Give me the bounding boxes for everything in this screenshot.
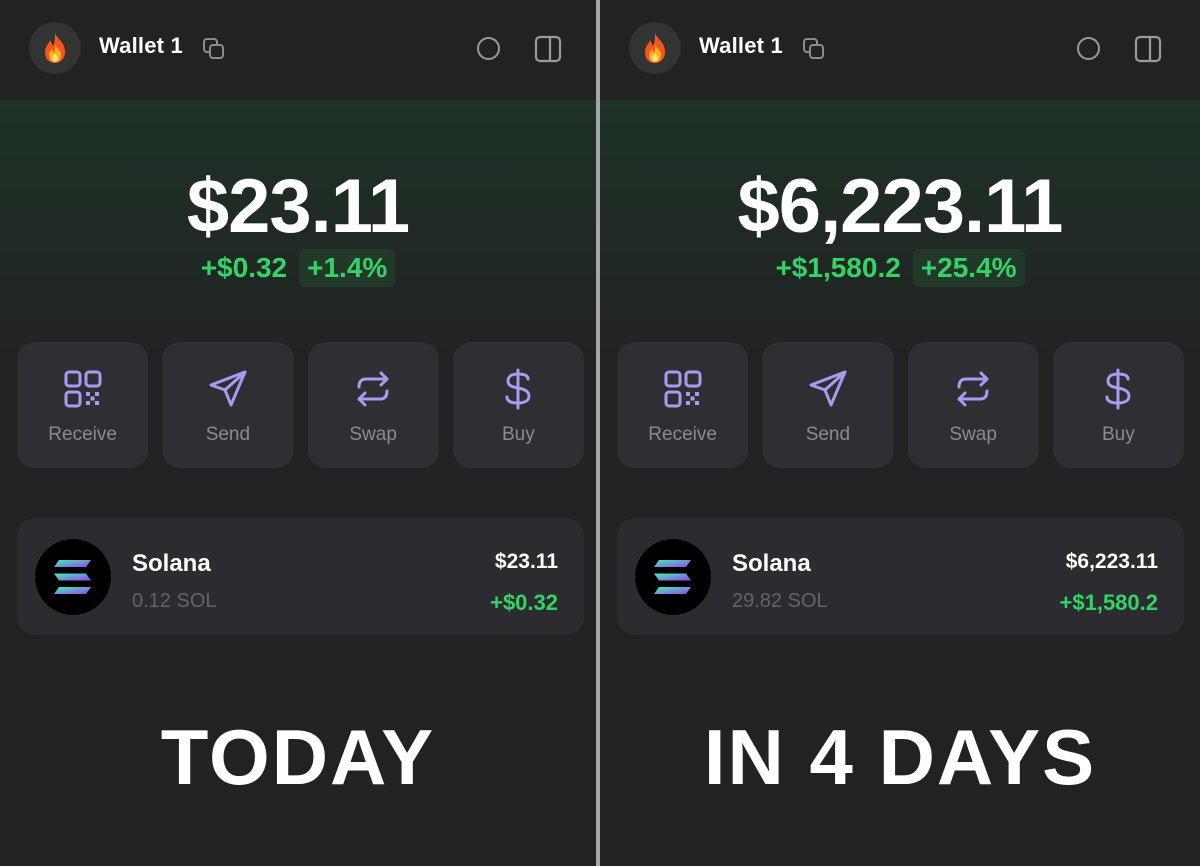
wallet-avatar[interactable] [629, 22, 681, 74]
qr-code-icon [64, 370, 102, 408]
sidebar-toggle-icon[interactable] [1134, 35, 1162, 63]
token-name: Solana [732, 550, 811, 577]
caption-text: IN 4 DAYS [703, 713, 1097, 801]
send-button[interactable]: Send [762, 342, 894, 468]
wallet-avatar[interactable] [29, 22, 81, 74]
wallet-header: Wallet 1 [0, 0, 596, 100]
send-label: Send [205, 424, 251, 445]
swap-label: Swap [949, 424, 997, 445]
swap-arrows-icon [957, 371, 989, 407]
balance-change-percent: +1.4% [299, 249, 396, 287]
wallet-header: Wallet 1 [600, 0, 1200, 100]
balance-change-percent: +25.4% [912, 249, 1025, 287]
token-row-solana[interactable]: Solana 0.12 SOL $23.11 +$0.32 [17, 518, 584, 635]
token-name: Solana [132, 550, 211, 577]
circle-icon[interactable] [1076, 36, 1101, 61]
paper-plane-icon [809, 370, 847, 407]
receive-label: Receive [48, 424, 117, 445]
token-row-solana[interactable]: Solana 29.82 SOL $6,223.11 +$1,580.2 [617, 518, 1184, 635]
qr-code-icon [664, 370, 702, 408]
send-label: Send [805, 424, 851, 445]
token-amount: 0.12 SOL [132, 590, 217, 612]
swap-arrows-icon [357, 371, 389, 407]
wallet-name[interactable]: Wallet 1 [99, 33, 183, 59]
action-buttons: Receive Send Swap Buy [617, 342, 1184, 468]
fire-icon [645, 33, 665, 63]
token-change: +$0.32 [490, 590, 558, 615]
balance-change-amount: +$1,580.2 [775, 252, 901, 283]
wallet-panel-today: Wallet 1 $23.11 +$0.32 +1.4% Receive Sen… [0, 0, 596, 866]
receive-label: Receive [648, 424, 717, 445]
buy-button[interactable]: Buy [452, 342, 584, 468]
send-button[interactable]: Send [162, 342, 294, 468]
solana-logo-icon [635, 539, 711, 615]
caption-text: TODAY [160, 713, 436, 801]
paper-plane-icon [209, 370, 247, 407]
wallet-panel-future: Wallet 1 $6,223.11 +$1,580.2 +25.4% Rece… [600, 0, 1200, 866]
balance-change-amount: +$0.32 [200, 252, 288, 283]
token-value: $23.11 [494, 550, 558, 573]
swap-button[interactable]: Swap [907, 342, 1039, 468]
token-change: +$1,580.2 [1059, 590, 1158, 615]
copy-icon[interactable] [201, 36, 225, 60]
swap-button[interactable]: Swap [307, 342, 439, 468]
total-balance: $23.11 [186, 164, 410, 249]
sidebar-toggle-icon[interactable] [534, 35, 562, 63]
wallet-name[interactable]: Wallet 1 [699, 33, 783, 59]
receive-button[interactable]: Receive [617, 342, 749, 468]
swap-label: Swap [349, 424, 397, 445]
fire-icon [45, 33, 65, 63]
buy-label: Buy [1102, 424, 1135, 445]
receive-button[interactable]: Receive [17, 342, 149, 468]
copy-icon[interactable] [801, 36, 825, 60]
circle-icon[interactable] [476, 36, 501, 61]
solana-logo-icon [35, 539, 111, 615]
token-amount: 29.82 SOL [732, 590, 828, 612]
dollar-icon [505, 368, 531, 410]
balance-change-row: +$0.32 +1.4% [0, 249, 596, 287]
buy-button[interactable]: Buy [1052, 342, 1184, 468]
dollar-icon [1105, 368, 1131, 410]
balance-change-row: +$1,580.2 +25.4% [600, 249, 1200, 287]
buy-label: Buy [502, 424, 535, 445]
token-value: $6,223.11 [1065, 550, 1158, 573]
total-balance: $6,223.11 [737, 164, 1064, 249]
action-buttons: Receive Send Swap Buy [17, 342, 584, 468]
